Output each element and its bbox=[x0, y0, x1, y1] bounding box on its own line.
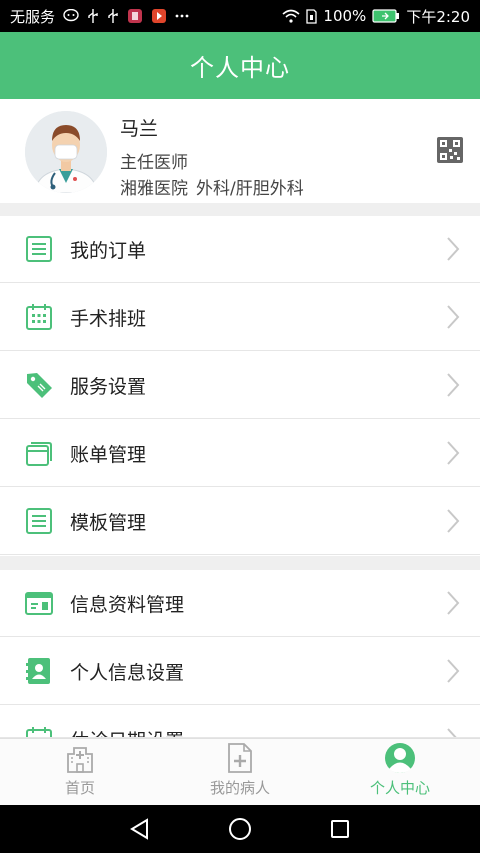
menu-item-label: 个人信息设置 bbox=[70, 661, 185, 684]
profile-card[interactable]: 马兰 主任医师 湘雅医院 外科/肝胆外科 bbox=[0, 99, 480, 203]
chevron-right-icon bbox=[446, 304, 460, 330]
chat-icon bbox=[63, 9, 79, 23]
status-bar: 无服务 100% 下午2:20 bbox=[0, 0, 480, 32]
hospital-icon bbox=[64, 742, 96, 774]
tab-personal-center[interactable]: 个人中心 bbox=[320, 739, 480, 806]
chevron-right-icon bbox=[446, 658, 460, 684]
page-title: 个人中心 bbox=[190, 54, 290, 82]
menu-item-label: 模板管理 bbox=[70, 511, 147, 534]
calendar-icon bbox=[24, 302, 54, 332]
hospital-name: 湘雅医院 bbox=[120, 179, 188, 199]
qr-code-icon[interactable] bbox=[437, 137, 463, 163]
carrier-text: 无服务 bbox=[10, 7, 56, 26]
person-icon bbox=[384, 742, 416, 774]
recents-square-icon[interactable] bbox=[326, 815, 354, 843]
menu-item-label: 服务设置 bbox=[70, 375, 147, 398]
avatar[interactable] bbox=[25, 111, 107, 193]
chevron-right-icon bbox=[446, 590, 460, 616]
menu-item-billing[interactable]: 账单管理 bbox=[0, 420, 480, 487]
calendar-icon bbox=[24, 725, 54, 737]
tab-home[interactable]: 首页 bbox=[0, 739, 160, 806]
more-notifications-icon bbox=[175, 14, 189, 18]
usb-icon bbox=[87, 8, 99, 24]
menu-item-orders[interactable]: 我的订单 bbox=[0, 216, 480, 283]
chevron-right-icon bbox=[446, 440, 460, 466]
usb-icon-2 bbox=[107, 8, 119, 24]
menu-item-label: 信息资料管理 bbox=[70, 593, 185, 616]
section-separator bbox=[0, 203, 480, 216]
department-name: 外科/肝胆外科 bbox=[196, 179, 304, 199]
tab-my-patients[interactable]: 我的病人 bbox=[160, 739, 320, 806]
menu-item-info-management[interactable]: 信息资料管理 bbox=[0, 570, 480, 637]
clock-text: 下午2:20 bbox=[406, 7, 470, 26]
menu-item-label: 账单管理 bbox=[70, 443, 147, 466]
id-card-icon bbox=[24, 588, 54, 618]
menu-item-service-settings[interactable]: 服务设置 bbox=[0, 352, 480, 419]
contact-book-icon bbox=[24, 656, 54, 686]
template-icon bbox=[24, 506, 54, 536]
back-icon[interactable] bbox=[126, 815, 154, 843]
chevron-right-icon bbox=[446, 727, 460, 737]
section-separator bbox=[0, 556, 480, 570]
page-title-bar: 个人中心 bbox=[0, 32, 480, 99]
tab-label: 首页 bbox=[64, 779, 95, 797]
wifi-icon bbox=[282, 9, 300, 23]
battery-icon bbox=[372, 9, 400, 23]
menu-item-templates[interactable]: 模板管理 bbox=[0, 488, 480, 555]
battery-percent: 100% bbox=[323, 7, 367, 25]
medical-file-icon bbox=[224, 742, 256, 774]
cards-icon bbox=[24, 438, 54, 468]
doctor-affiliation: 湘雅医院 外科/肝胆外科 bbox=[120, 174, 312, 199]
menu-item-surgery-schedule[interactable]: 手术排班 bbox=[0, 284, 480, 351]
system-nav-bar bbox=[0, 805, 480, 853]
doctor-title: 主任医师 bbox=[120, 153, 188, 173]
menu-item-label: 手术排班 bbox=[70, 307, 147, 330]
home-circle-icon[interactable] bbox=[226, 815, 254, 843]
video-app-icon bbox=[151, 8, 167, 24]
tag-icon bbox=[24, 370, 54, 400]
tab-label: 个人中心 bbox=[369, 779, 430, 797]
chevron-right-icon bbox=[446, 372, 460, 398]
app-notification-icon bbox=[127, 8, 143, 24]
menu-item-label: 休诊日期设置 bbox=[70, 726, 184, 737]
chevron-right-icon bbox=[446, 236, 460, 262]
list-icon bbox=[24, 234, 54, 264]
menu-item-closed-dates[interactable]: 休诊日期设置 bbox=[0, 706, 480, 738]
chevron-right-icon bbox=[446, 508, 460, 534]
doctor-name: 马兰 bbox=[120, 118, 159, 140]
sim-icon bbox=[306, 8, 318, 24]
menu-item-label: 我的订单 bbox=[70, 239, 147, 262]
tab-label: 我的病人 bbox=[209, 779, 270, 797]
menu-item-personal-settings[interactable]: 个人信息设置 bbox=[0, 638, 480, 705]
bottom-tab-bar: 首页 我的病人 个人中心 bbox=[0, 738, 480, 805]
